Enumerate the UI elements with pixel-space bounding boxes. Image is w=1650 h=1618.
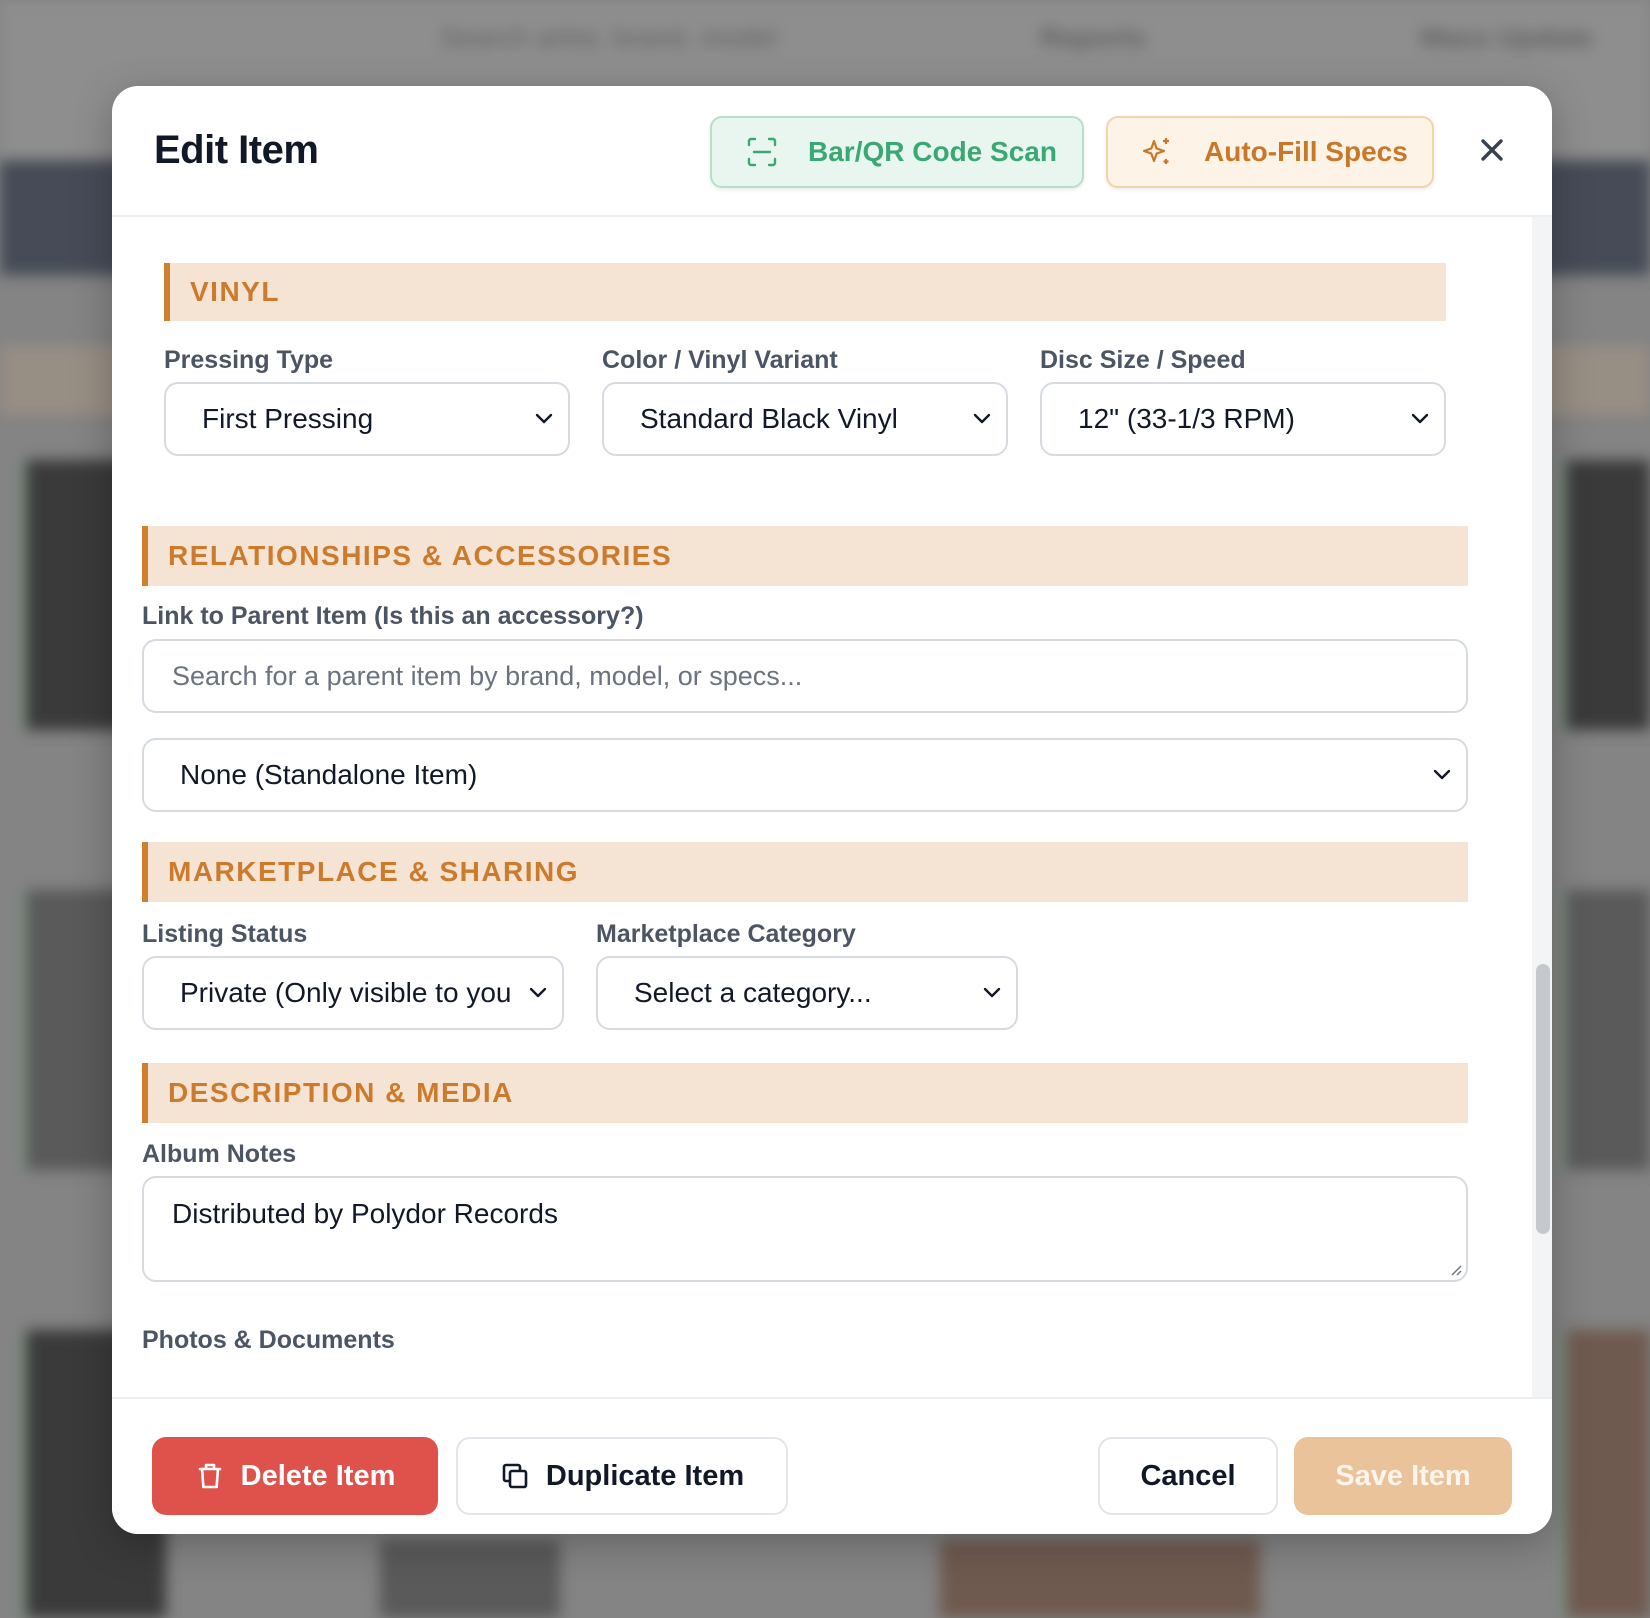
chevron-down-icon <box>535 413 553 424</box>
section-relationships-title: RELATIONSHIPS & ACCESSORIES <box>168 540 673 571</box>
trash-icon <box>198 1463 221 1489</box>
album-notes-label: Album Notes <box>142 1140 297 1168</box>
album-notes-textarea[interactable]: Distributed by Polydor Records <box>142 1176 1468 1282</box>
color-variant-select[interactable]: Standard Black Vinyl <box>602 382 1008 456</box>
disc-size-select[interactable]: 12" (33-1/3 RPM) <box>1040 382 1446 456</box>
modal-footer: Delete Item Duplicate Item Cancel Save I… <box>112 1397 1552 1534</box>
section-marketplace-header: MARKETPLACE & SHARING <box>142 842 1468 902</box>
modal-scrollbar-thumb[interactable] <box>1536 964 1550 1234</box>
section-description-header: DESCRIPTION & MEDIA <box>142 1063 1468 1123</box>
duplicate-item-button[interactable]: Duplicate Item <box>456 1437 788 1515</box>
section-marketplace-title: MARKETPLACE & SHARING <box>168 856 580 887</box>
barcode-scan-button[interactable]: Bar/QR Code Scan <box>710 116 1084 188</box>
disc-size-value: 12" (33-1/3 RPM) <box>1078 403 1295 434</box>
marketplace-category-select[interactable]: Select a category... <box>596 956 1018 1030</box>
auto-fill-specs-button[interactable]: Auto-Fill Specs <box>1106 116 1434 188</box>
album-notes-value: Distributed by Polydor Records <box>172 1198 558 1229</box>
sparkles-icon <box>1142 138 1169 164</box>
section-vinyl-title: VINYL <box>190 276 280 307</box>
disc-size-label: Disc Size / Speed <box>1040 346 1246 374</box>
parent-item-search-placeholder: Search for a parent item by brand, model… <box>172 660 803 691</box>
close-button[interactable] <box>1472 130 1512 170</box>
duplicate-item-label: Duplicate Item <box>545 1459 745 1492</box>
pressing-type-select[interactable]: First Pressing <box>164 382 570 456</box>
modal-header: Edit Item Bar/QR Code Scan Auto-Fill Spe… <box>112 86 1552 217</box>
close-icon <box>1481 139 1503 161</box>
cancel-button[interactable]: Cancel <box>1098 1437 1278 1515</box>
section-description-title: DESCRIPTION & MEDIA <box>168 1077 514 1108</box>
section-relationships-header: RELATIONSHIPS & ACCESSORIES <box>142 526 1468 586</box>
chevron-down-icon <box>973 413 991 424</box>
marketplace-category-value: Select a category... <box>634 977 872 1008</box>
parent-item-label: Link to Parent Item (Is this an accessor… <box>142 602 644 630</box>
save-item-button[interactable]: Save Item <box>1294 1437 1512 1515</box>
chevron-down-icon <box>1411 413 1429 424</box>
photos-documents-label: Photos & Documents <box>142 1326 395 1354</box>
resize-grip-icon[interactable] <box>1448 1262 1462 1276</box>
section-vinyl-header: VINYL <box>164 263 1446 321</box>
marketplace-category-label: Marketplace Category <box>596 920 856 948</box>
pressing-type-label: Pressing Type <box>164 346 334 374</box>
listing-status-label: Listing Status <box>142 920 308 948</box>
listing-status-select[interactable]: Private (Only visible to you) <box>142 956 564 1030</box>
scan-frame-icon <box>747 137 777 167</box>
listing-status-value: Private (Only visible to you) <box>180 977 510 1008</box>
modal-title: Edit Item <box>154 128 319 172</box>
delete-item-button[interactable]: Delete Item <box>152 1437 438 1515</box>
pressing-type-value: First Pressing <box>202 403 374 434</box>
delete-item-label: Delete Item <box>240 1459 396 1492</box>
auto-fill-specs-label: Auto-Fill Specs <box>1204 136 1408 167</box>
barcode-scan-label: Bar/QR Code Scan <box>808 136 1057 167</box>
copy-icon <box>502 1463 528 1489</box>
color-variant-value: Standard Black Vinyl <box>640 403 898 434</box>
parent-item-value: None (Standalone Item) <box>180 759 478 790</box>
edit-item-modal: Edit Item Bar/QR Code Scan Auto-Fill Spe… <box>112 86 1552 1534</box>
parent-item-select[interactable]: None (Standalone Item) <box>142 738 1468 812</box>
parent-item-search-input[interactable]: Search for a parent item by brand, model… <box>142 639 1468 713</box>
chevron-down-icon <box>529 987 547 998</box>
chevron-down-icon <box>983 987 1001 998</box>
modal-scrollbar[interactable] <box>1532 217 1552 1417</box>
color-variant-label: Color / Vinyl Variant <box>602 346 838 374</box>
chevron-down-icon <box>1433 769 1451 780</box>
